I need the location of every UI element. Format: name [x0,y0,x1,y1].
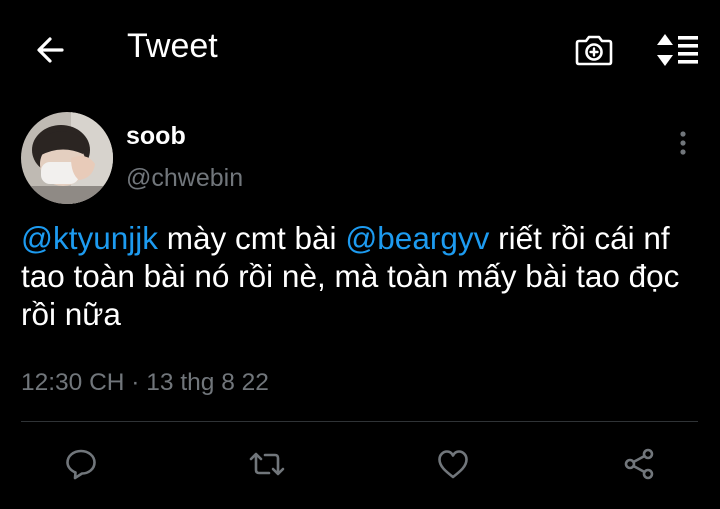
reply-icon [66,449,96,480]
display-name[interactable]: soob [126,122,186,151]
arrow-left-icon [37,37,64,63]
share-icon [624,448,654,480]
user-handle[interactable]: @chwebin [126,164,243,193]
camera-button[interactable] [572,28,616,72]
page-title: Tweet [127,27,218,65]
share-button[interactable] [615,440,663,488]
action-bar [0,440,720,488]
back-button[interactable] [28,28,72,72]
tweet-text-part: mày cmt bài [158,220,346,256]
tweet-timestamp: 12:30 CH · 13 thg 8 22 [21,369,269,396]
app-bar: Tweet [0,0,720,96]
avatar[interactable] [21,112,113,204]
retweet-button[interactable] [243,440,291,488]
retweet-icon [249,452,285,476]
more-options-button[interactable] [666,126,700,160]
sort-button[interactable] [652,28,702,72]
divider [21,421,698,422]
mention-link[interactable]: @ktyunjjk [21,220,158,256]
mention-link[interactable]: @beargyv [345,220,489,256]
more-vertical-icon [680,131,686,155]
tweet-text: @ktyunjjk mày cmt bài @beargyv riết rồi … [21,219,701,333]
like-button[interactable] [429,440,477,488]
sort-list-icon [657,34,698,66]
avatar-photo [21,112,113,204]
heart-icon [438,450,468,479]
camera-plus-icon [575,35,613,66]
reply-button[interactable] [57,440,105,488]
